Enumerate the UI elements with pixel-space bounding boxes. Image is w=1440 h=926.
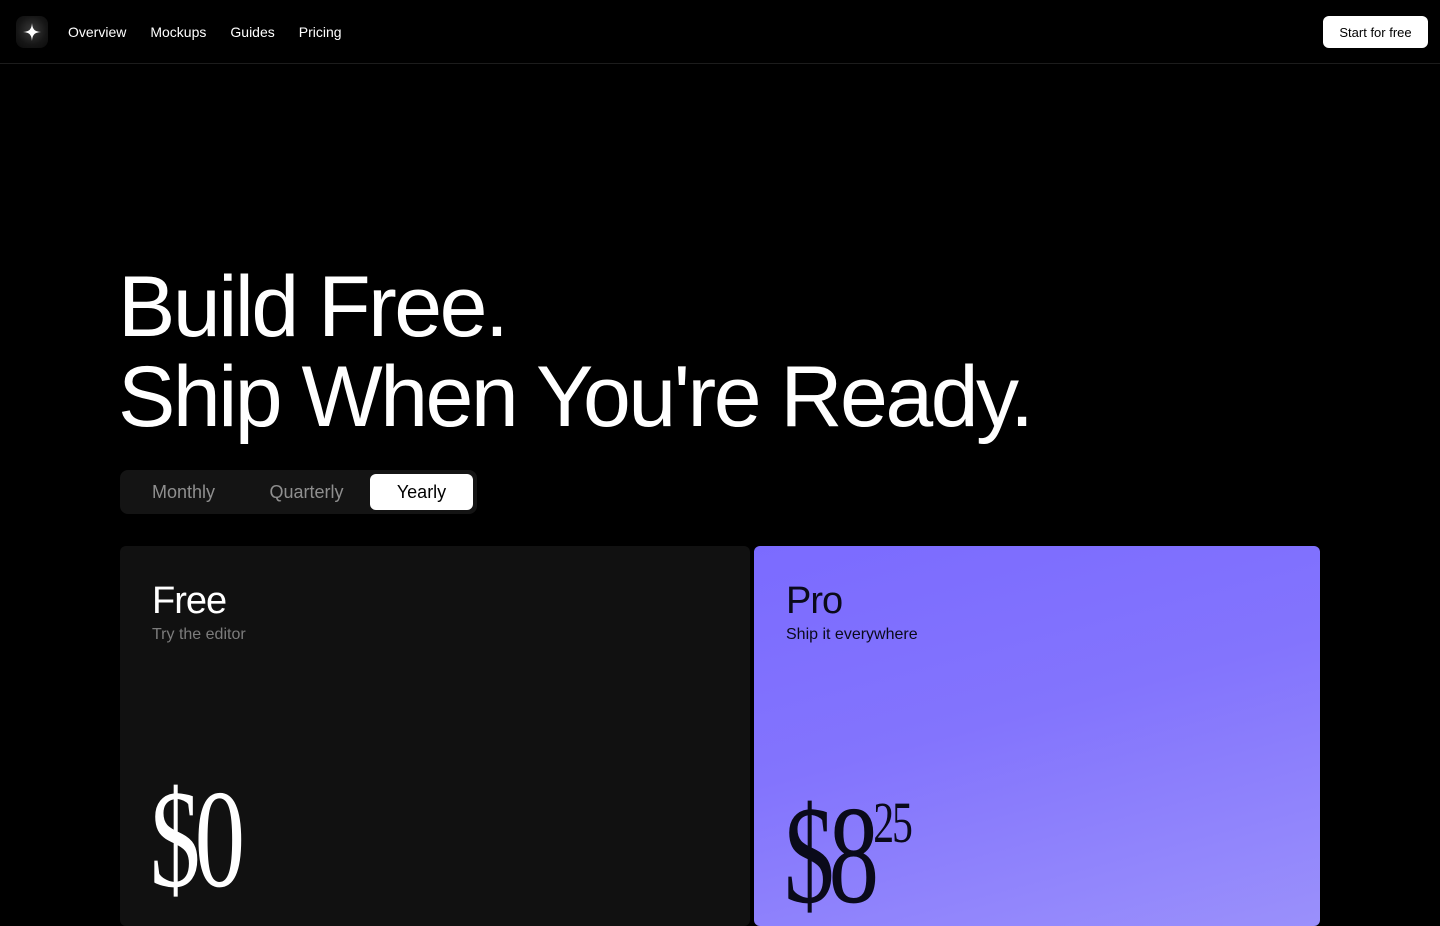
plan-subtitle: Try the editor [152,626,246,643]
hero-line-2: Ship When You're Ready. [118,349,1034,445]
plan-name: Free [152,580,227,622]
nav-links: Overview Mockups Guides Pricing [68,0,366,64]
logo[interactable] [16,16,48,48]
plan-card-free: Free Try the editor $0 [120,546,750,926]
plan-card-pro: Pro Ship it everywhere $825 [754,546,1320,926]
billing-period-toggle: Monthly Quarterly Yearly [120,470,477,514]
price-cents: 25 [873,790,913,855]
hero-line-1: Build Free. [118,259,509,355]
price-amount: $0 [150,762,245,917]
nav-link-guides[interactable]: Guides [230,24,274,40]
plan-name: Pro [786,580,843,622]
nav-link-overview[interactable]: Overview [68,24,126,40]
price-amount: $8 [784,778,879,926]
billing-option-yearly[interactable]: Yearly [370,474,473,510]
plan-price: $0 [150,770,245,910]
nav-link-mockups[interactable]: Mockups [150,24,206,40]
plan-subtitle: Ship it everywhere [786,626,918,643]
start-for-free-button[interactable]: Start for free [1323,16,1428,48]
hero-heading: Build Free. Ship When You're Ready. [118,259,1034,445]
nav-link-pricing[interactable]: Pricing [299,24,342,40]
sparkle-star-icon [23,23,41,41]
top-nav: Overview Mockups Guides Pricing Start fo… [0,0,1440,64]
billing-option-quarterly[interactable]: Quarterly [245,474,368,510]
plan-price: $825 [784,786,913,926]
billing-option-monthly[interactable]: Monthly [124,474,243,510]
